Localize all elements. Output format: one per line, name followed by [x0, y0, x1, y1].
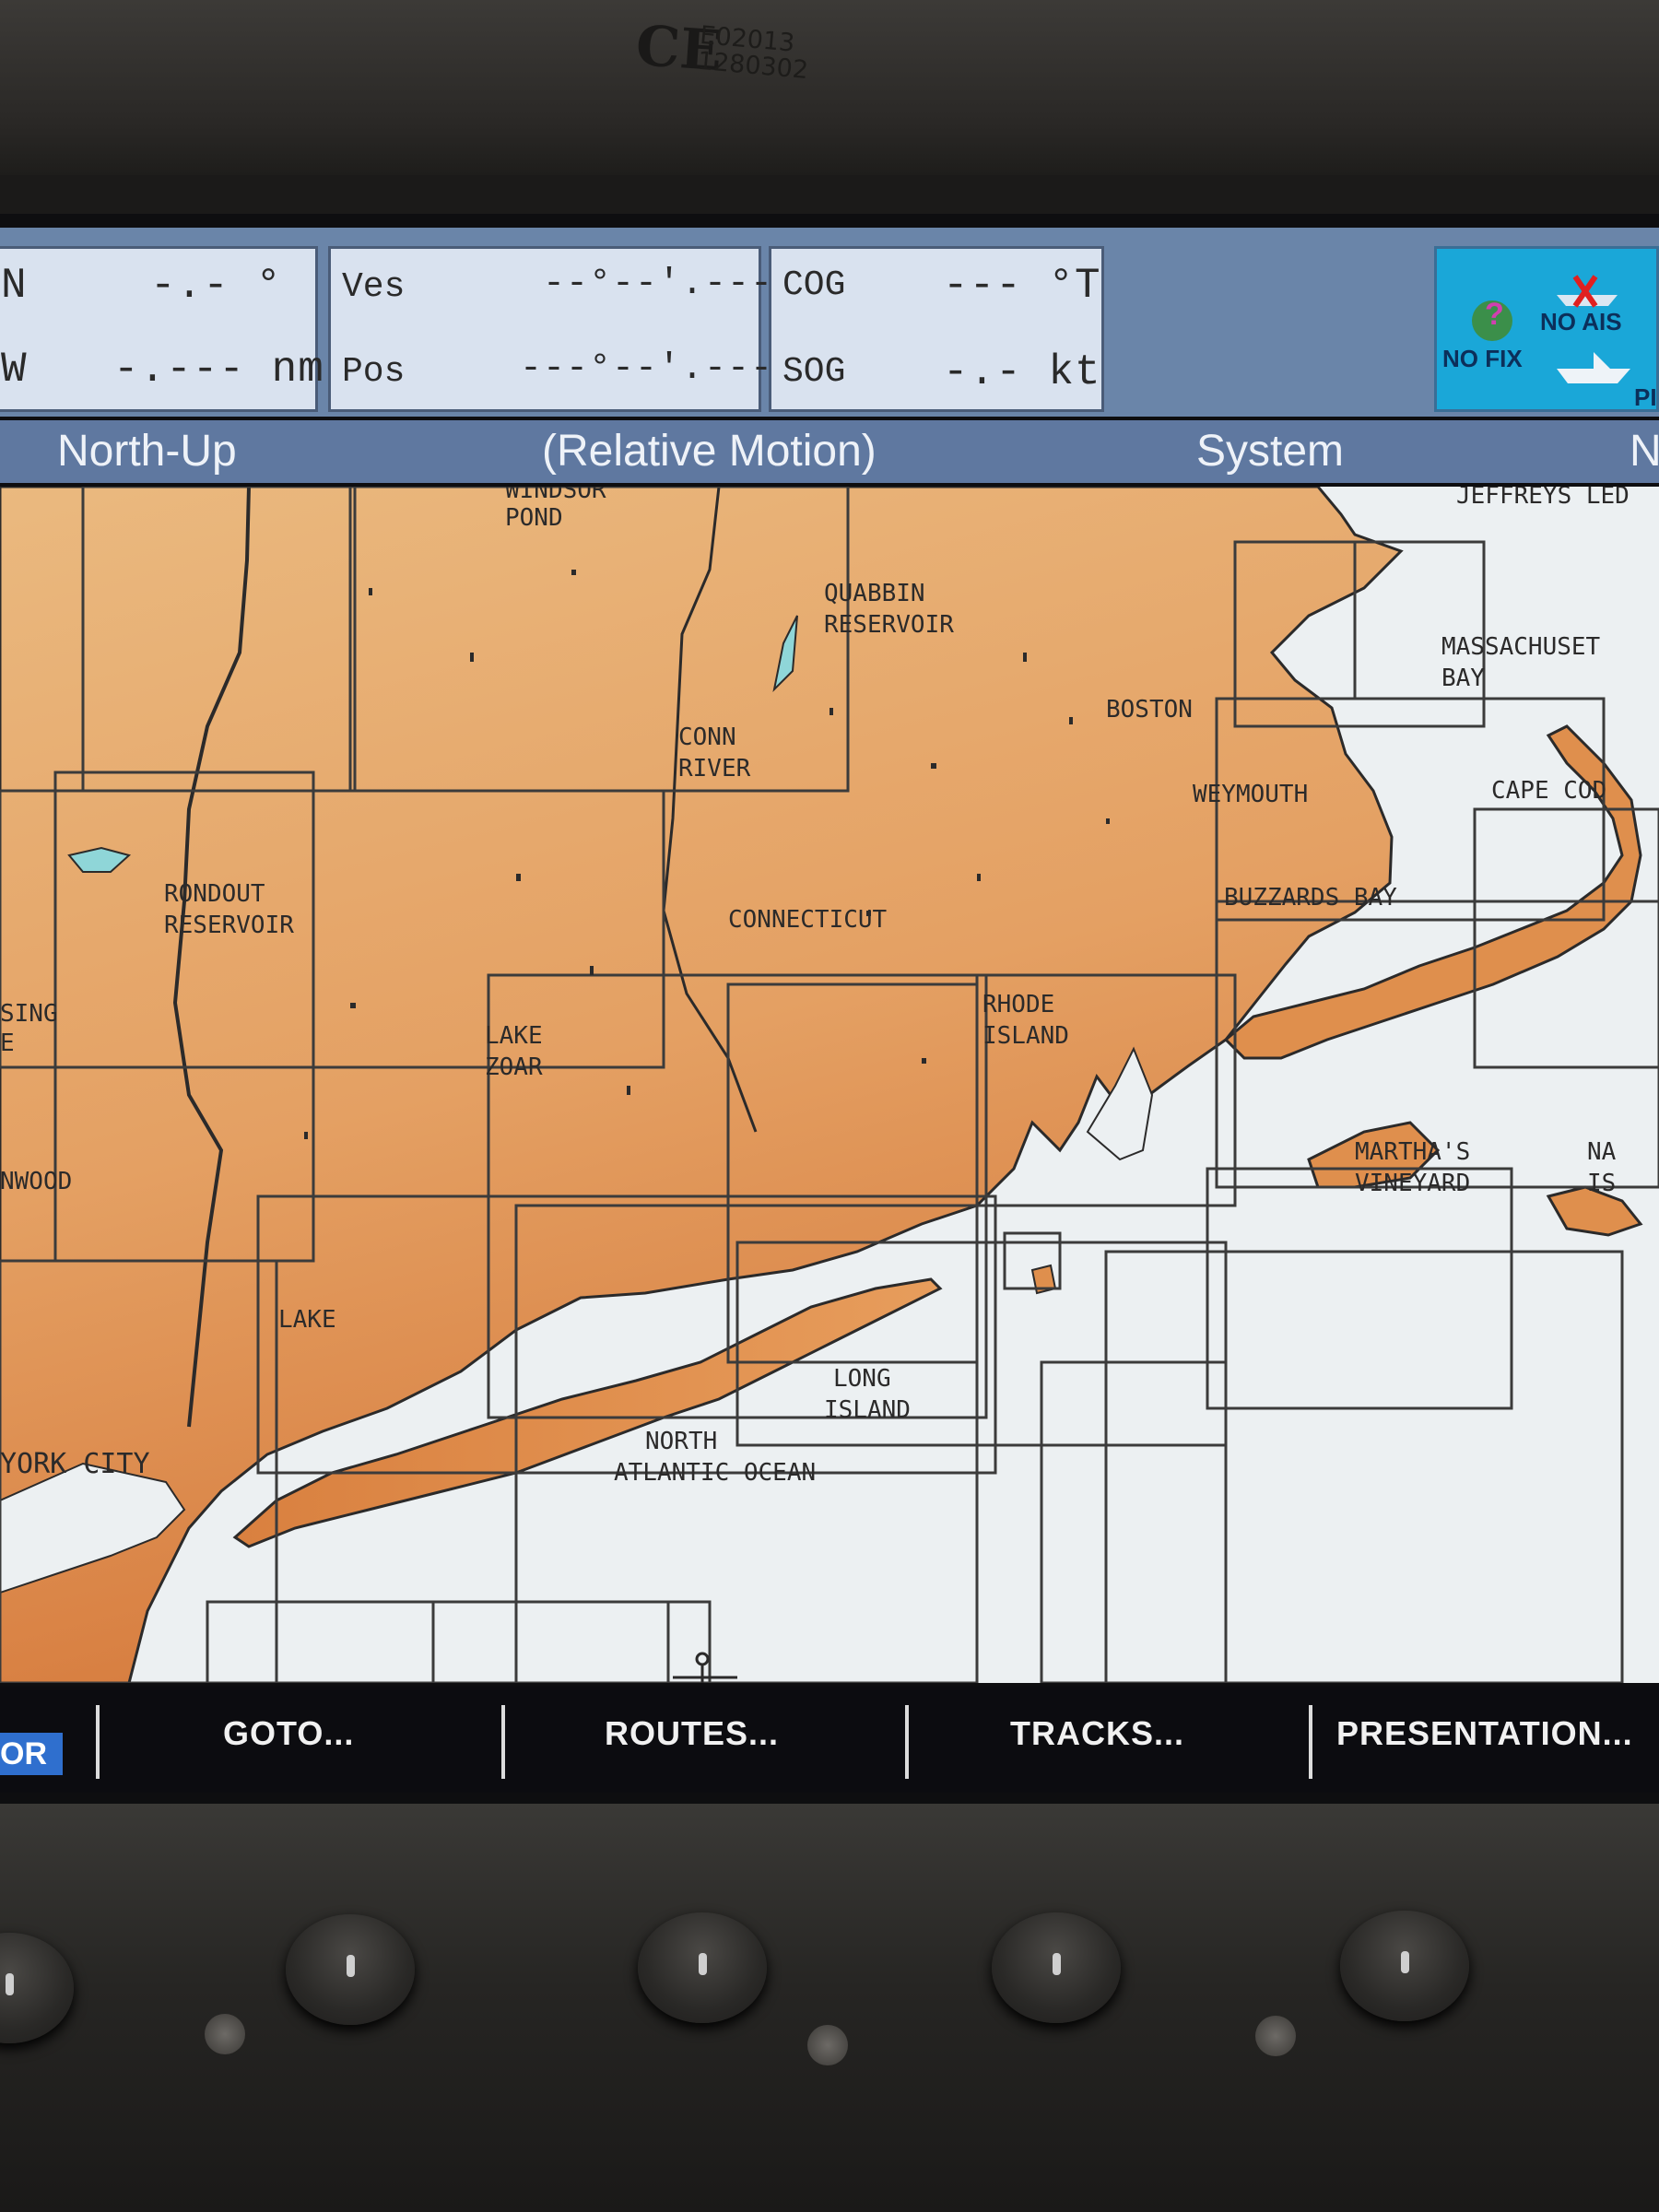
tracks-softkey[interactable]: TRACKS... — [1010, 1714, 1184, 1753]
no-ais-text: NO AIS — [1540, 308, 1622, 335]
label-quabbin: QUABBIN — [824, 580, 925, 607]
label-new-york-city: YORK CITY — [0, 1448, 150, 1480]
nautical-chart-view[interactable]: WINDSOR POND JEFFREYS LED QUABBIN RESERV… — [0, 487, 1659, 1683]
label-jeffreys-ledge: JEFFREYS LED — [1456, 487, 1630, 510]
latlon-row2-label: W — [1, 346, 27, 394]
display-bezel-bottom — [0, 1804, 1659, 2212]
label-massachusetts: MASSACHUSET — [1441, 633, 1601, 661]
label-long: LONG — [833, 1365, 891, 1393]
goto-softkey[interactable]: GOTO... — [223, 1714, 354, 1753]
vessel-label: Ves — [342, 267, 406, 307]
softkey-partial[interactable]: OR — [0, 1733, 63, 1775]
label-long-island: ISLAND — [824, 1396, 911, 1424]
softkey-button-2[interactable] — [286, 1914, 415, 2025]
latlon-cell[interactable]: N -.- ° W -.--- nm — [0, 246, 324, 412]
label-marthas: MARTHA'S — [1355, 1138, 1470, 1166]
chartplotter-screen: N -.- ° W -.--- nm Ves --°--'.--- Pos --… — [0, 214, 1659, 1804]
chart-map[interactable]: WINDSOR POND JEFFREYS LED QUABBIN RESERV… — [0, 487, 1659, 1683]
motion-mode[interactable]: (Relative Motion) — [542, 426, 877, 477]
no-fix-text: NO FIX — [1442, 345, 1523, 372]
softkey-divider — [1309, 1705, 1312, 1779]
label-quabbin-reservoir: RESERVOIR — [824, 611, 954, 639]
label-north: NORTH — [645, 1428, 717, 1455]
label-connecticut: CONNECTICUT — [728, 906, 888, 934]
bezel-screw — [1255, 2016, 1296, 2056]
softkey-divider — [905, 1705, 909, 1779]
ce-certification-mark: CE E02013 1280302 — [634, 9, 857, 111]
orientation-mode[interactable]: North-Up — [57, 426, 237, 477]
position-label: Pos — [342, 352, 406, 392]
cog-label: COG — [782, 265, 846, 305]
pilot-text: PI — [1634, 383, 1657, 411]
softkey-button-1[interactable] — [0, 1933, 74, 2043]
status-icons-panel[interactable]: ? NO FIX NO AIS PI — [1434, 246, 1659, 412]
label-rondout-reservoir: RESERVOIR — [164, 912, 294, 939]
softkey-divider — [501, 1705, 505, 1779]
course-speed-cell[interactable]: COG --- °T SOG -.- kt — [769, 246, 1104, 412]
datum-mode[interactable]: System — [1196, 426, 1344, 477]
latlon-row2-value: -.--- nm — [113, 346, 324, 394]
sog-label: SOG — [782, 352, 846, 392]
label-weymouth: WEYMOUTH — [1193, 781, 1308, 808]
label-nantucket-1: NA — [1587, 1138, 1617, 1166]
cog-value: --- °T — [943, 262, 1101, 310]
label-lake: LAKE — [278, 1306, 336, 1334]
label-sing: SING — [0, 1000, 58, 1028]
softkey-button-3[interactable] — [638, 1912, 767, 2023]
truncated-mode: N — [1630, 427, 1659, 476]
label-nantucket-2: IS — [1587, 1170, 1616, 1197]
label-rhode: RHODE — [982, 991, 1054, 1018]
mode-status-bar: North-Up (Relative Motion) System N — [0, 420, 1659, 483]
label-atlantic-ocean: ATLANTIC OCEAN — [614, 1459, 816, 1487]
label-lake-zoar-1: LAKE — [485, 1022, 543, 1050]
bezel-screw — [205, 2014, 245, 2054]
display-bezel-top: CE E02013 1280302 — [0, 0, 1659, 175]
label-massachusetts-bay: BAY — [1441, 665, 1485, 692]
label-conn-river: RIVER — [678, 755, 751, 782]
vessel-position-cell[interactable]: Ves --°--'.--- Pos ---°--'.--- — [328, 246, 772, 412]
label-conn: CONN — [678, 724, 736, 751]
label-buzzards-bay: BUZZARDS BAY — [1224, 884, 1397, 912]
boat-icon — [1557, 369, 1630, 383]
softkey-divider — [96, 1705, 100, 1779]
label-rondout: RONDOUT — [164, 880, 265, 908]
latlon-row1-value: -.- ° — [150, 262, 283, 310]
sog-value: -.- kt — [943, 348, 1101, 396]
boat-sail-icon — [1594, 352, 1610, 369]
routes-softkey[interactable]: ROUTES... — [605, 1714, 779, 1753]
label-boston: BOSTON — [1106, 696, 1193, 724]
label-windsor-pond: POND — [505, 504, 563, 532]
softkey-button-4[interactable] — [992, 1912, 1121, 2023]
no-fix-question-icon: ? — [1485, 297, 1504, 332]
softkey-button-5[interactable] — [1340, 1911, 1469, 2021]
presentation-softkey[interactable]: PRESENTATION... — [1336, 1714, 1633, 1753]
label-nwood: NWOOD — [0, 1168, 72, 1195]
label-marthas-vineyard: VINEYARD — [1355, 1170, 1470, 1197]
label-windsor: WINDSOR — [505, 487, 606, 504]
label-cape-cod: CAPE COD — [1491, 777, 1606, 805]
label-rhode-island: ISLAND — [982, 1022, 1069, 1050]
certification-codes: E02013 1280302 — [697, 21, 812, 85]
latlon-row1-label: N — [1, 262, 27, 310]
vessel-value: --°--'.--- — [543, 264, 774, 305]
position-value: ---°--'.--- — [520, 348, 774, 390]
label-sing-e: E — [0, 1030, 15, 1057]
label-lake-zoar-2: ZOAR — [485, 1053, 543, 1081]
softkey-bar: OR GOTO... ROUTES... TRACKS... PRESENTAT… — [0, 1687, 1659, 1793]
bezel-screw — [807, 2025, 848, 2065]
data-bar: N -.- ° W -.--- nm Ves --°--'.--- Pos --… — [0, 228, 1659, 417]
